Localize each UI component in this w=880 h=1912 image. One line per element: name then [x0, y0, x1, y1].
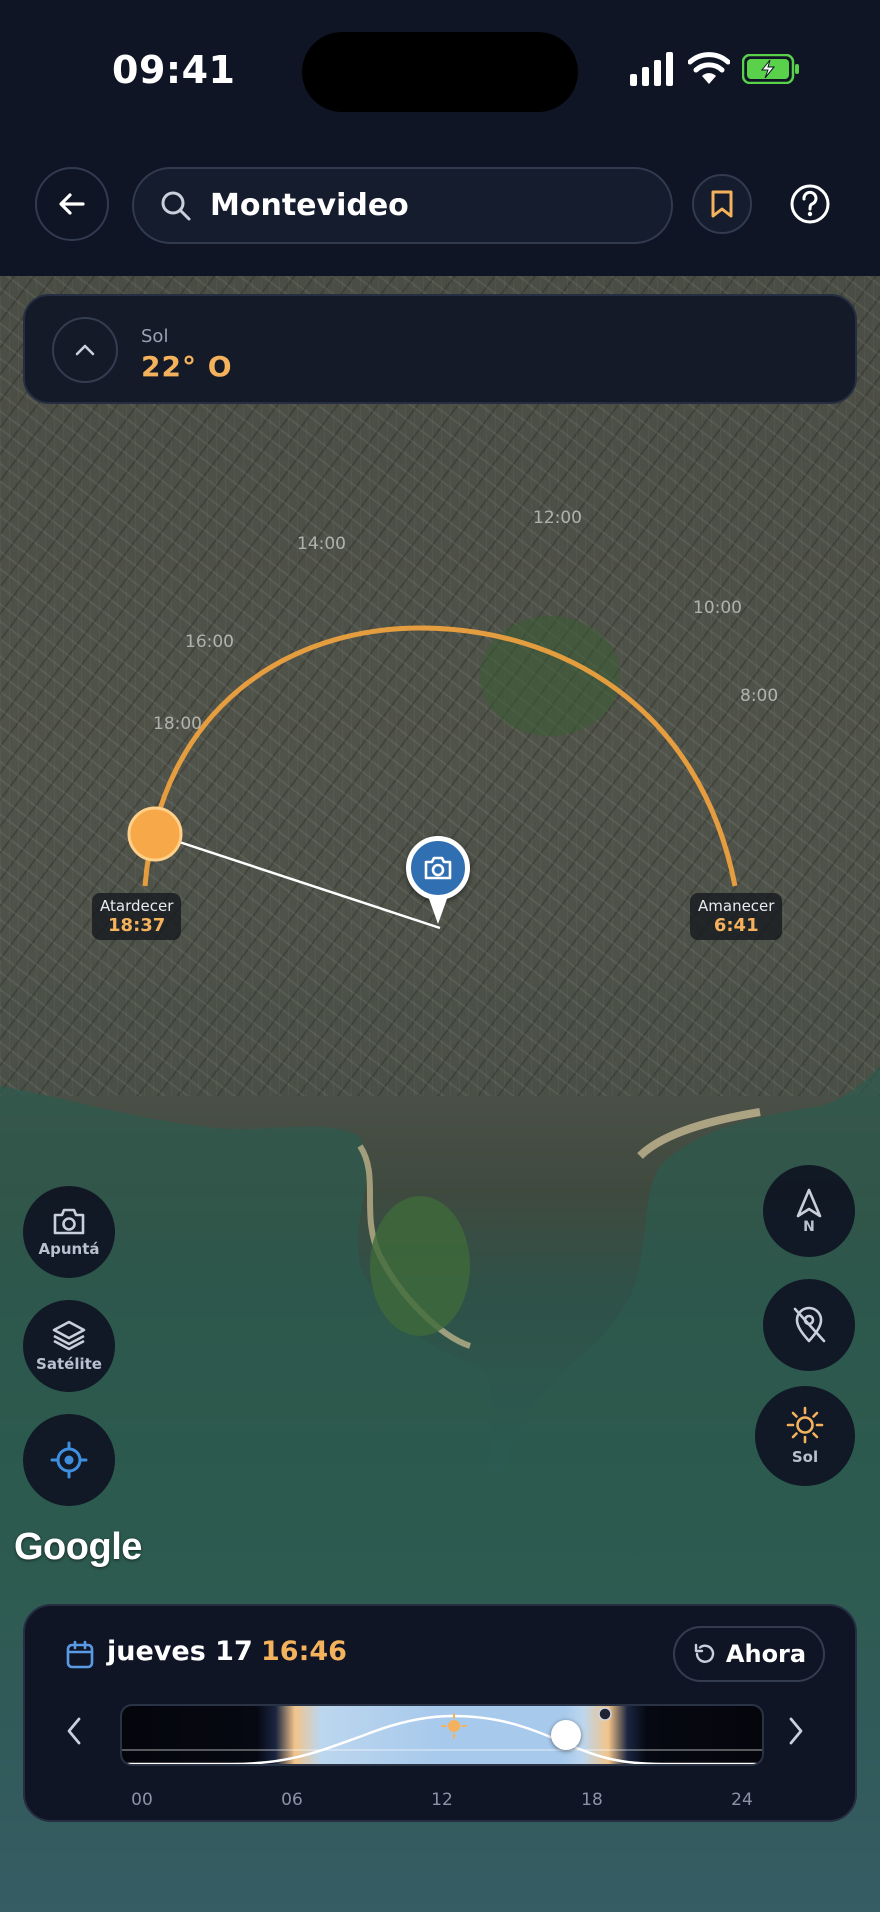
search-icon	[161, 191, 191, 220]
selected-date[interactable]: jueves 17	[107, 1636, 253, 1667]
compass-label: N	[803, 1219, 815, 1235]
day-timeline-slider[interactable]	[120, 1704, 764, 1766]
sun-mode-button[interactable]: Sol	[755, 1386, 855, 1486]
map-layer-button[interactable]: Satélite	[23, 1300, 115, 1392]
previous-day-button[interactable]	[63, 1714, 85, 1748]
sun-icon	[786, 1406, 824, 1444]
next-day-button[interactable]	[785, 1714, 807, 1748]
satelite-label: Satélite	[36, 1355, 102, 1373]
compass-button[interactable]: N	[763, 1165, 855, 1257]
layers-icon	[52, 1320, 86, 1351]
compass-north-icon	[796, 1188, 822, 1218]
sun-elevation-curve	[122, 1707, 762, 1764]
pin-pointer	[428, 896, 448, 924]
sun-azimuth: 22° O	[141, 350, 233, 383]
sun-label: Sol	[141, 326, 169, 347]
locate-icon	[50, 1441, 88, 1479]
moon-marker	[598, 1707, 612, 1721]
tick-00: 00	[131, 1790, 153, 1810]
my-location-button[interactable]	[23, 1414, 115, 1506]
battery-charging-icon	[742, 54, 799, 84]
status-time: 09:41	[112, 48, 236, 92]
hour-label-14: 14:00	[297, 534, 346, 554]
timeline-thumb[interactable]	[551, 1720, 581, 1750]
calendar-icon	[66, 1640, 94, 1669]
reset-icon	[694, 1643, 715, 1663]
camera-icon	[53, 1208, 85, 1235]
sunrise-time: 6:41	[713, 915, 759, 936]
collapse-button[interactable]	[52, 317, 118, 383]
noon-sun-marker	[441, 1713, 467, 1739]
sol-label: Sol	[791, 1448, 819, 1466]
wifi-icon	[688, 52, 730, 84]
selected-time[interactable]: 16:46	[261, 1636, 347, 1667]
apunta-button[interactable]: Apuntá	[23, 1186, 115, 1278]
hour-label-10: 10:00	[693, 598, 742, 618]
status-bar: 09:41	[0, 0, 880, 130]
sunset-time: 18:37	[108, 915, 166, 936]
sunset-tag: Atardecer 18:37	[92, 893, 182, 940]
camera-location-pin[interactable]	[406, 836, 470, 900]
search-input[interactable]: Montevideo	[210, 188, 409, 223]
camera-icon	[424, 856, 452, 880]
hour-label-16: 16:00	[185, 632, 234, 652]
hour-label-8: 8:00	[740, 686, 779, 706]
date-time-panel: jueves 17 16:46 Ahora 00 06 12 18 24	[23, 1604, 857, 1822]
help-icon	[790, 184, 830, 224]
hour-label-12: 12:00	[533, 508, 582, 528]
tick-24: 24	[731, 1790, 753, 1810]
back-button[interactable]	[35, 167, 109, 241]
top-bar: Montevideo	[0, 130, 880, 276]
now-button[interactable]: Ahora	[673, 1626, 825, 1682]
tick-06: 06	[281, 1790, 303, 1810]
arrow-left-icon	[59, 193, 85, 215]
bookmark-button[interactable]	[692, 174, 752, 234]
follow-location-toggle[interactable]	[763, 1279, 855, 1371]
sun-direction-card: Sol 22° O	[23, 294, 857, 404]
sunset-label: Atardecer	[100, 897, 174, 915]
apunta-label: Apuntá	[38, 1240, 100, 1258]
tick-18: 18	[581, 1790, 603, 1810]
sunrise-tag: Amanecer 6:41	[690, 893, 783, 940]
bookmark-icon	[711, 190, 733, 218]
dynamic-island	[302, 32, 578, 112]
search-field[interactable]: Montevideo	[132, 167, 673, 244]
sunrise-label: Amanecer	[698, 897, 775, 915]
cellular-signal-icon	[630, 52, 673, 86]
tick-12: 12	[431, 1790, 453, 1810]
now-button-label: Ahora	[725, 1640, 807, 1668]
timeline-ticks: 00 06 12 18 24	[25, 1790, 859, 1812]
google-attribution: Google	[14, 1526, 142, 1568]
location-off-icon	[793, 1306, 826, 1343]
chevron-up-icon	[75, 344, 95, 356]
hour-label-18: 18:00	[153, 714, 202, 734]
help-button[interactable]	[780, 174, 840, 234]
